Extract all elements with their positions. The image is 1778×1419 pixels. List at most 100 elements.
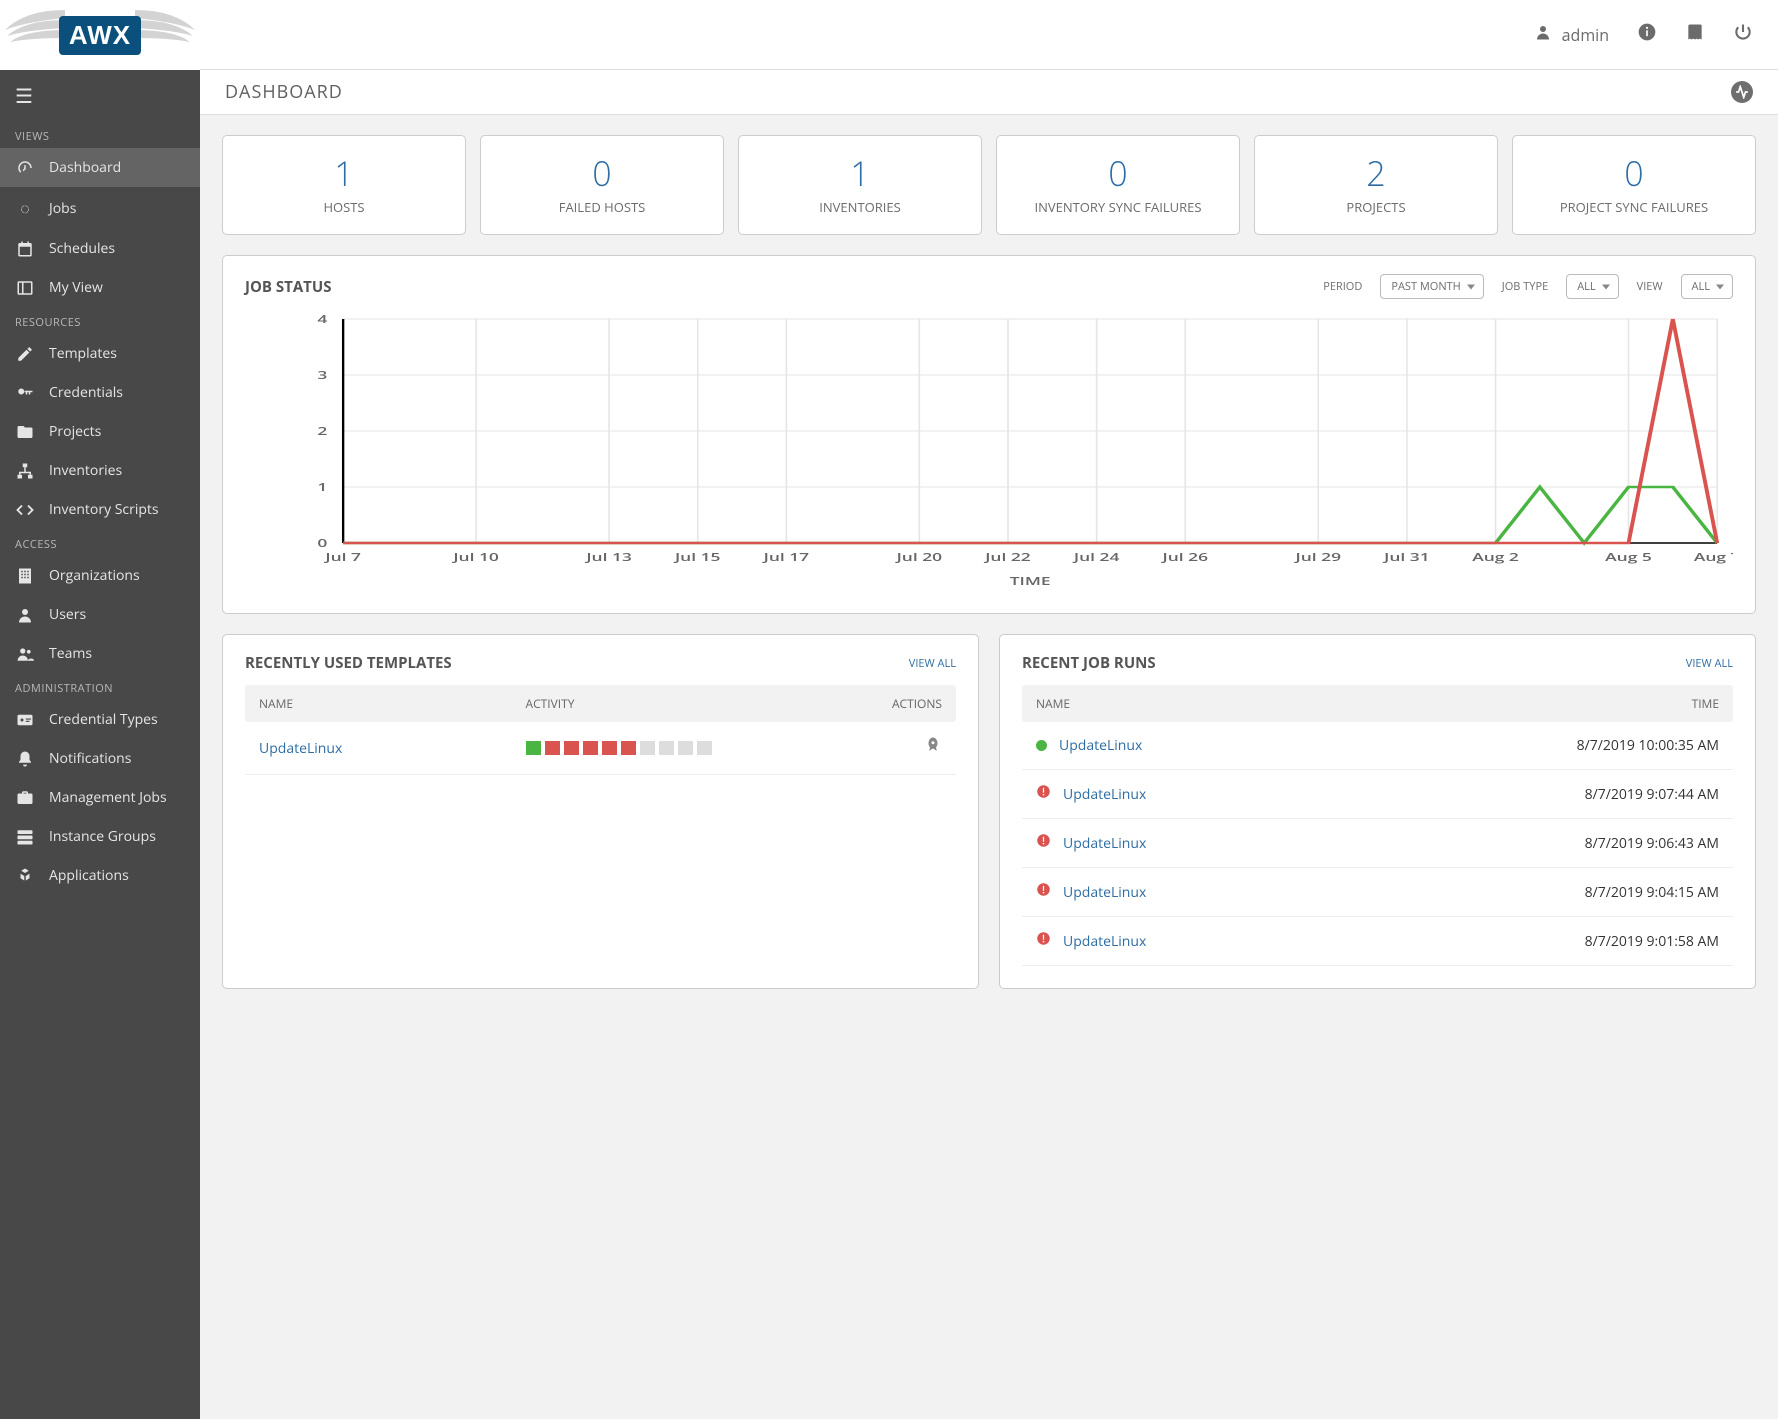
sidebar-item-label: Schedules — [49, 239, 115, 258]
sidebar-item-label: Dashboard — [49, 158, 121, 177]
sidebar-item-users[interactable]: Users — [0, 595, 200, 634]
col-actions: ACTIONS — [872, 695, 942, 712]
sidebar-item-inventory-scripts[interactable]: Inventory Scripts — [0, 490, 200, 529]
sidebar-item-projects[interactable]: Projects — [0, 412, 200, 451]
stat-card[interactable]: 0INVENTORY SYNC FAILURES — [996, 135, 1240, 235]
activity-square — [526, 741, 541, 755]
col-activity: ACTIVITY — [526, 695, 872, 712]
runs-view-all[interactable]: VIEW ALL — [1686, 656, 1733, 671]
username: admin — [1562, 24, 1609, 46]
job-run-link[interactable]: UpdateLinux — [1063, 932, 1146, 951]
stat-card[interactable]: 1INVENTORIES — [738, 135, 982, 235]
job-status-chart: 01234Jul 7Jul 10Jul 13Jul 15Jul 17Jul 20… — [245, 311, 1733, 591]
sidebar-item-credentials[interactable]: Credentials — [0, 373, 200, 412]
sidebar-item-label: Applications — [49, 866, 129, 885]
sidebar-item-label: Credential Types — [49, 710, 158, 729]
user-menu[interactable]: admin — [1534, 23, 1609, 46]
stat-card[interactable]: 2PROJECTS — [1254, 135, 1498, 235]
sidebar-item-jobs[interactable]: ◌Jobs — [0, 187, 200, 229]
code-icon — [15, 501, 35, 519]
job-run-row: UpdateLinux8/7/2019 9:01:58 AM — [1022, 917, 1733, 966]
activity-square — [602, 741, 617, 755]
logo-area: AWX — [0, 0, 200, 70]
sidebar-item-teams[interactable]: Teams — [0, 634, 200, 673]
svg-text:0: 0 — [317, 536, 327, 551]
activity-square — [659, 741, 674, 755]
svg-text:2: 2 — [317, 424, 327, 439]
status-failed-icon — [1036, 931, 1051, 951]
folder-icon — [15, 423, 35, 441]
sidebar-item-schedules[interactable]: Schedules — [0, 229, 200, 268]
job-status-panel: JOB STATUS PERIOD PAST MONTH JOB TYPE AL… — [222, 255, 1756, 614]
job-run-link[interactable]: UpdateLinux — [1063, 834, 1146, 853]
launch-icon[interactable] — [924, 736, 942, 760]
job-run-link[interactable]: UpdateLinux — [1059, 736, 1142, 755]
key-icon — [15, 384, 35, 402]
svg-text:TIME: TIME — [1010, 574, 1051, 589]
pencil-square-icon — [15, 345, 35, 363]
sidebar-item-label: Inventories — [49, 461, 122, 480]
sidebar-item-credential-types[interactable]: Credential Types — [0, 700, 200, 739]
sidebar-item-myview[interactable]: My View — [0, 268, 200, 307]
sidebar: AWX ☰ VIEWS Dashboard ◌Jobs Schedules My… — [0, 0, 200, 1419]
period-select[interactable]: PAST MONTH — [1380, 274, 1483, 299]
sitemap-icon — [15, 462, 35, 480]
sidebar-item-instance-groups[interactable]: Instance Groups — [0, 817, 200, 856]
sidebar-item-label: Templates — [49, 344, 117, 363]
job-run-row: UpdateLinux 8/7/2019 9:07:44 AM — [1022, 770, 1733, 819]
template-row: UpdateLinux — [245, 722, 956, 775]
activity-square — [678, 741, 693, 755]
content: 1HOSTS0FAILED HOSTS1INVENTORIES0INVENTOR… — [200, 115, 1778, 1419]
sidebar-item-notifications[interactable]: Notifications — [0, 739, 200, 778]
jobtype-select[interactable]: ALL — [1566, 274, 1618, 299]
chart-area: 01234Jul 7Jul 10Jul 13Jul 15Jul 17Jul 20… — [245, 311, 1733, 591]
col-name: NAME — [1036, 695, 1519, 712]
activity-indicator — [526, 741, 872, 755]
templates-body: UpdateLinux — [245, 722, 956, 775]
sidebar-item-templates[interactable]: Templates — [0, 334, 200, 373]
sidebar-item-label: Projects — [49, 422, 101, 441]
hamburger-icon[interactable]: ☰ — [0, 70, 200, 121]
templates-panel: RECENTLY USED TEMPLATES VIEW ALL NAME AC… — [222, 634, 979, 989]
stat-card[interactable]: 1HOSTS — [222, 135, 466, 235]
templates-view-all[interactable]: VIEW ALL — [909, 656, 956, 671]
runs-panel: RECENT JOB RUNS VIEW ALL NAME TIME Updat… — [999, 634, 1756, 989]
stat-label: FAILED HOSTS — [489, 198, 715, 216]
svg-text:Jul 7: Jul 7 — [323, 550, 361, 565]
id-icon — [15, 711, 35, 729]
job-run-link[interactable]: UpdateLinux — [1063, 785, 1146, 804]
power-icon[interactable] — [1733, 21, 1753, 48]
job-run-time: 8/7/2019 9:07:44 AM — [1519, 785, 1719, 804]
activity-stream-icon[interactable] — [1731, 81, 1753, 103]
book-icon[interactable] — [1685, 21, 1705, 48]
sidebar-item-management-jobs[interactable]: Management Jobs — [0, 778, 200, 817]
sidebar-item-organizations[interactable]: Organizations — [0, 556, 200, 595]
logo[interactable]: AWX — [59, 16, 141, 55]
svg-text:Jul 10: Jul 10 — [451, 550, 499, 565]
stat-card[interactable]: 0PROJECT SYNC FAILURES — [1512, 135, 1756, 235]
template-name-link[interactable]: UpdateLinux — [259, 739, 526, 758]
stat-label: PROJECTS — [1263, 198, 1489, 216]
view-select[interactable]: ALL — [1681, 274, 1733, 299]
sidebar-item-label: Instance Groups — [49, 827, 156, 846]
stat-value: 1 — [747, 150, 973, 196]
circle-dots-icon: ◌ — [15, 197, 35, 219]
job-run-link[interactable]: UpdateLinux — [1063, 883, 1146, 902]
runs-body: UpdateLinux8/7/2019 10:00:35 AMUpdateLin… — [1022, 722, 1733, 966]
sidebar-item-label: Notifications — [49, 749, 131, 768]
svg-text:1: 1 — [317, 480, 327, 495]
panel-icon — [15, 279, 35, 297]
stat-card[interactable]: 0FAILED HOSTS — [480, 135, 724, 235]
sidebar-item-dashboard[interactable]: Dashboard — [0, 148, 200, 187]
sidebar-item-applications[interactable]: Applications — [0, 856, 200, 895]
svg-text:3: 3 — [317, 368, 327, 383]
user-icon — [15, 606, 35, 624]
sidebar-item-label: Users — [49, 605, 86, 624]
svg-text:Aug 7: Aug 7 — [1694, 550, 1733, 565]
users-icon — [15, 645, 35, 663]
sidebar-item-inventories[interactable]: Inventories — [0, 451, 200, 490]
job-run-row: UpdateLinux8/7/2019 10:00:35 AM — [1022, 722, 1733, 770]
templates-table-header: NAME ACTIVITY ACTIONS — [245, 685, 956, 722]
wing-right-icon — [135, 10, 195, 50]
info-icon[interactable] — [1637, 21, 1657, 48]
